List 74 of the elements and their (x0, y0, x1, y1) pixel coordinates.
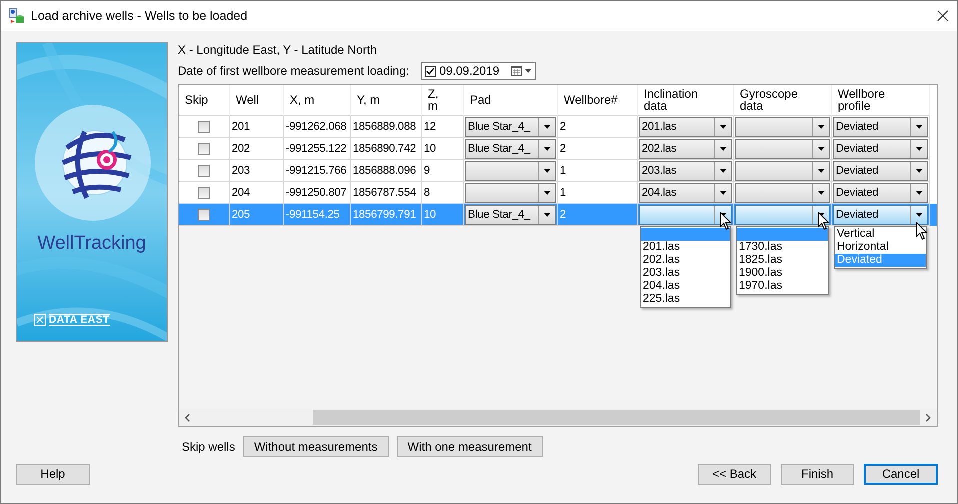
inclination-dropdown[interactable] (639, 204, 732, 224)
dropdown-option[interactable]: 202.las (641, 254, 730, 267)
pad-dropdown[interactable]: Blue Star_4_ (465, 138, 556, 158)
inclination-dropdown[interactable]: 204.las (639, 182, 732, 202)
dropdown-arrow-icon (818, 146, 824, 150)
skip-checkbox[interactable] (198, 164, 210, 176)
skip-button[interactable]: With one measurement (396, 436, 543, 457)
profile-dropdown[interactable]: Deviated (833, 160, 928, 180)
pad-dropdown[interactable] (465, 160, 556, 180)
company-name: DATA EAST (49, 314, 110, 326)
skip-wells-label: Skip wells (182, 440, 236, 454)
dropdown-option[interactable]: 1730.las (737, 241, 828, 254)
dropdown-arrow-icon (544, 168, 550, 172)
skip-checkbox[interactable] (198, 186, 210, 198)
profile-dropdown[interactable]: Deviated (833, 138, 928, 158)
app-icon (9, 8, 25, 24)
dropdown-option[interactable]: 201.las (641, 241, 730, 254)
dropdown-arrow-icon (525, 69, 532, 73)
calendar-icon[interactable] (511, 66, 522, 76)
product-name: WellTracking (36, 233, 148, 255)
table-cell: -991154.25 (284, 204, 351, 226)
gyroscope-dropdown[interactable] (735, 204, 830, 224)
dropdown-arrow-icon (818, 124, 824, 128)
dropdown-option[interactable]: 1900.las (737, 267, 828, 280)
dropdown-arrow-icon (720, 124, 726, 128)
profile-dropdown[interactable]: Deviated (833, 182, 928, 202)
skip-checkbox[interactable] (198, 142, 210, 154)
dialog-button[interactable]: Finish (781, 464, 854, 484)
dropdown-arrow-icon (544, 212, 550, 216)
table-cell: 2 (558, 204, 638, 226)
dropdown-arrow-icon (818, 190, 824, 194)
dropdown-option[interactable]: 1825.las (737, 254, 828, 267)
dialog-button[interactable]: Cancel (864, 464, 938, 484)
pad-dropdown[interactable]: Blue Star_4_ (465, 204, 556, 224)
profile-dropdown[interactable]: Deviated (833, 116, 928, 136)
date-field[interactable]: 09.09.2019 (421, 62, 536, 80)
dropdown-arrow-icon (916, 146, 922, 150)
help-button[interactable]: Help (16, 464, 90, 484)
close-icon[interactable] (937, 10, 949, 22)
pad-dropdown[interactable] (465, 182, 556, 202)
inclination-dropdown[interactable]: 201.las (639, 116, 732, 136)
dropdown-arrow-icon (720, 168, 726, 172)
dropdown-arrow-icon (544, 124, 550, 128)
dropdown-arrow-icon (916, 124, 922, 128)
dropdown-arrow-icon (720, 190, 726, 194)
dropdown-option[interactable]: Horizontal (835, 241, 926, 254)
skip-checkbox[interactable] (198, 120, 210, 132)
table-cell: 10 (422, 204, 464, 226)
pad-dropdown[interactable]: Blue Star_4_ (465, 116, 556, 136)
inclination-dropdown[interactable]: 203.las (639, 160, 732, 180)
dropdown-arrow-icon (916, 212, 922, 216)
dropdown-arrow-icon (916, 190, 922, 194)
dropdown-arrow-icon (916, 168, 922, 172)
table-cell: 205 (230, 204, 284, 226)
dialog-button[interactable]: << Back (698, 464, 771, 484)
table-cell: 1856799.791 (351, 204, 422, 226)
window-title: Load archive wells - Wells to be loaded (31, 9, 249, 23)
date-checkbox[interactable] (425, 66, 436, 76)
dropdown-option[interactable]: 225.las (641, 293, 730, 306)
dropdown-arrow-icon (818, 168, 824, 172)
dropdown-arrow-icon (544, 190, 550, 194)
dropdown-option[interactable]: 1970.las (737, 280, 828, 293)
profile-dropdown[interactable]: Deviated (833, 204, 928, 224)
scrollbar-thumb[interactable] (313, 410, 920, 425)
coordinate-note: X - Longitude East, Y - Latitude North (178, 43, 378, 57)
skip-button[interactable]: Without measurements (243, 436, 389, 457)
dropdown-option[interactable]: 203.las (641, 267, 730, 280)
dropdown-option[interactable]: 204.las (641, 280, 730, 293)
inclination-dropdown[interactable]: 202.las (639, 138, 732, 158)
dropdown-arrow-icon (720, 146, 726, 150)
skip-checkbox[interactable] (198, 208, 210, 220)
company-mark-icon (34, 314, 46, 326)
dropdown-arrow-icon (544, 146, 550, 150)
date-label: Date of first wellbore measurement loading: (178, 64, 410, 78)
